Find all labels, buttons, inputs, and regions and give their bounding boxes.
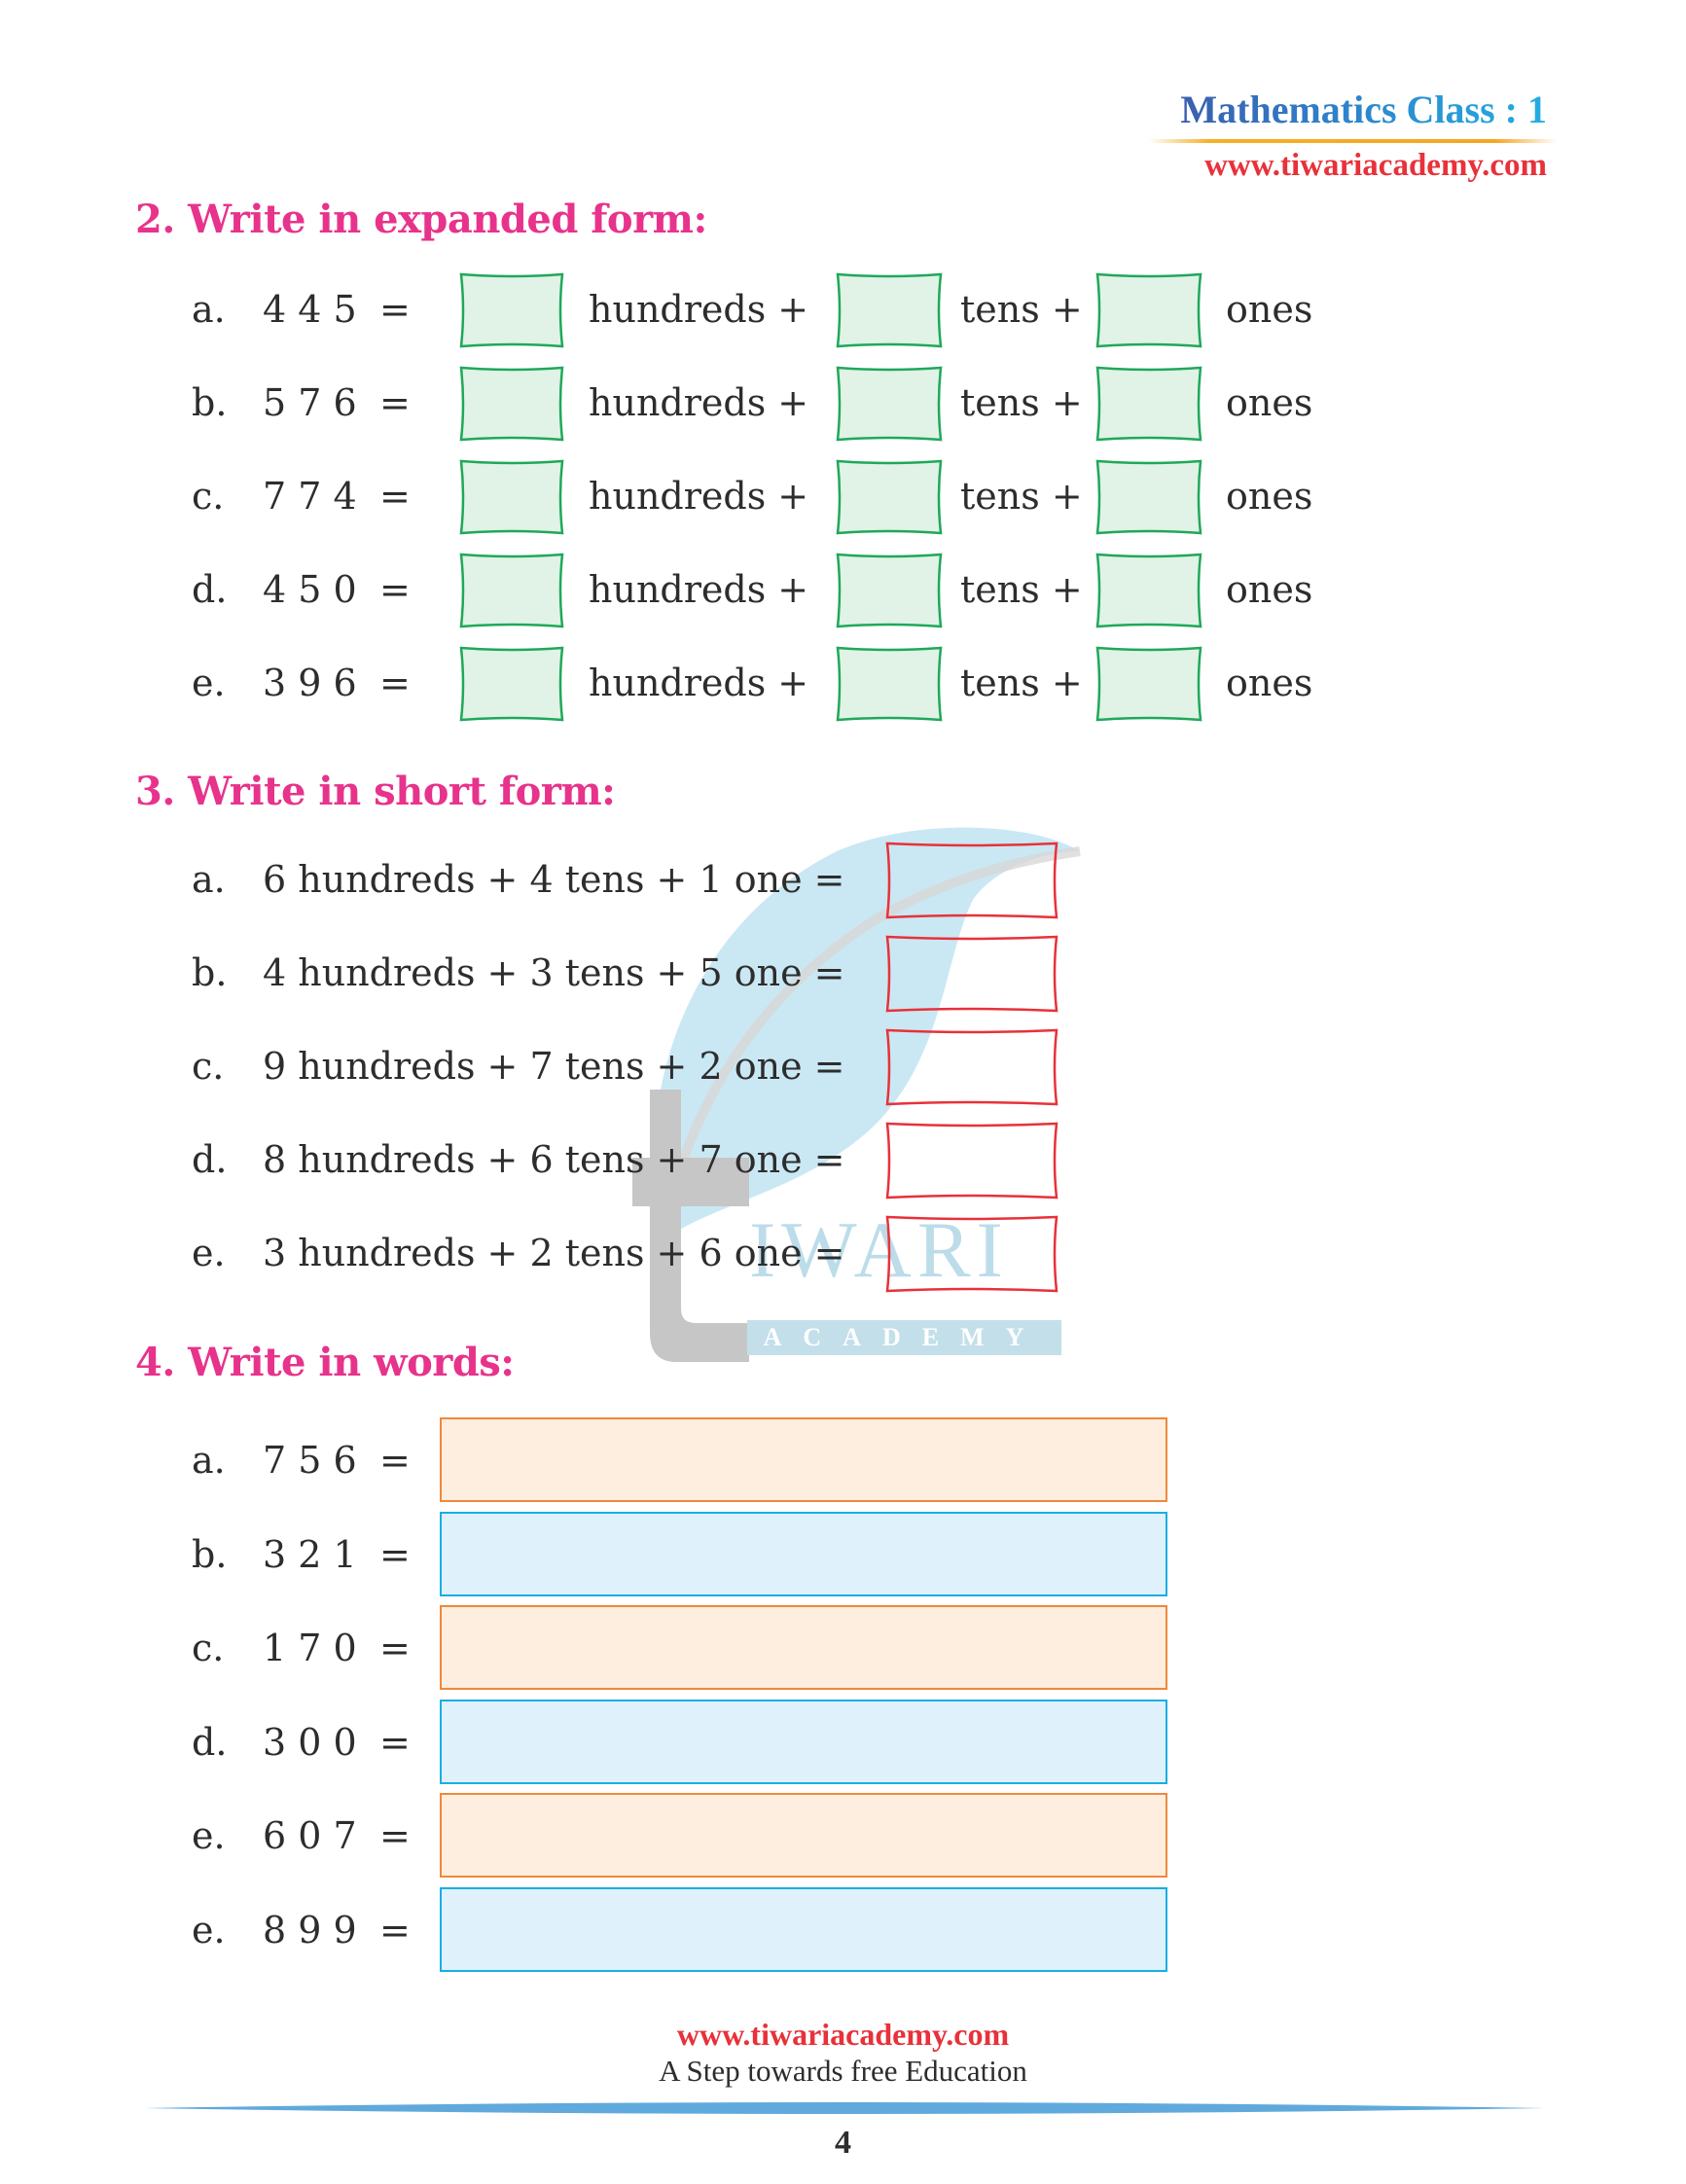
row-number: 5 7 6 (263, 381, 357, 424)
header-title: Mathematics Class : 1 (1148, 88, 1547, 132)
words-answer-box[interactable] (440, 1417, 1167, 1502)
equals-sign: = (379, 1720, 411, 1764)
row-label: d. (192, 568, 228, 611)
ones-unit-label: ones (1226, 662, 1313, 704)
tens-answer-box[interactable] (835, 458, 944, 536)
row-label: c. (192, 1045, 225, 1088)
ones-answer-box[interactable] (1094, 645, 1203, 723)
row-number: 7 5 6 (263, 1439, 357, 1482)
footer-tagline: A Step towards free Education (659, 2054, 1027, 2088)
ones-unit-label: ones (1226, 475, 1313, 518)
row-label: b. (192, 951, 228, 994)
row-number: 1 7 0 (263, 1627, 357, 1669)
ones-answer-box[interactable] (1094, 552, 1203, 629)
ones-unit-label: ones (1226, 288, 1313, 331)
hundreds-answer-box[interactable] (458, 271, 565, 349)
short-form-answer-box[interactable] (884, 934, 1059, 1014)
row-number: 4 5 0 (263, 568, 357, 611)
tens-unit-label: tens + (960, 288, 1083, 331)
hundreds-answer-box[interactable] (458, 458, 565, 536)
hundreds-unit-label: hundreds + (589, 662, 809, 704)
row-number: 4 4 5 (263, 288, 357, 331)
ones-unit-label: ones (1226, 381, 1313, 424)
ones-answer-box[interactable] (1094, 365, 1203, 443)
hundreds-unit-label: hundreds + (589, 288, 809, 331)
heading-short-form: 3. Write in short form: (135, 769, 616, 814)
hundreds-unit-label: hundreds + (589, 568, 809, 611)
tens-unit-label: tens + (960, 475, 1083, 518)
words-answer-box[interactable] (440, 1699, 1167, 1784)
header-divider (1148, 139, 1557, 143)
row-number: 7 7 4 (263, 475, 357, 518)
short-form-answer-box[interactable] (884, 841, 1059, 920)
row-label: e. (192, 1232, 226, 1274)
heading-expanded-form: 2. Write in expanded form: (135, 197, 707, 242)
equals-sign: = (379, 1627, 411, 1669)
row-label: e. (192, 1908, 226, 1951)
equals-sign: = (379, 475, 411, 518)
tens-answer-box[interactable] (835, 552, 944, 629)
equals-sign: = (379, 662, 411, 704)
row-label: d. (192, 1720, 228, 1764)
row-number: 3 0 0 (263, 1720, 357, 1764)
tens-answer-box[interactable] (835, 365, 944, 443)
row-label: a. (192, 1439, 226, 1482)
row-label: c. (192, 1627, 225, 1669)
heading-write-in-words: 4. Write in words: (135, 1340, 515, 1385)
equals-sign: = (379, 1532, 411, 1576)
ones-answer-box[interactable] (1094, 458, 1203, 536)
row-expression: 6 hundreds + 4 tens + 1 one = (263, 858, 845, 901)
words-answer-box[interactable] (440, 1793, 1167, 1878)
row-number: 6 0 7 (263, 1814, 357, 1857)
equals-sign: = (379, 1908, 411, 1951)
hundreds-answer-box[interactable] (458, 645, 565, 723)
watermark-sub: ACADEMY (747, 1320, 1061, 1355)
row-label: c. (192, 475, 225, 518)
hundreds-unit-label: hundreds + (589, 381, 809, 424)
row-number: 8 9 9 (263, 1908, 357, 1951)
hundreds-unit-label: hundreds + (589, 475, 809, 518)
equals-sign: = (379, 1439, 411, 1482)
row-label: a. (192, 288, 226, 331)
row-label: e. (192, 1814, 226, 1857)
tens-answer-box[interactable] (835, 645, 944, 723)
tens-answer-box[interactable] (835, 271, 944, 349)
ones-answer-box[interactable] (1094, 271, 1203, 349)
watermark-t-letter-icon (632, 1090, 749, 1362)
short-form-answer-box[interactable] (884, 1214, 1059, 1294)
equals-sign: = (379, 288, 411, 331)
row-number: 3 2 1 (263, 1532, 357, 1576)
row-label: e. (192, 662, 226, 704)
row-label: b. (192, 381, 228, 424)
row-expression: 4 hundreds + 3 tens + 5 one = (263, 951, 845, 994)
equals-sign: = (379, 568, 411, 611)
equals-sign: = (379, 1814, 411, 1857)
row-expression: 8 hundreds + 6 tens + 7 one = (263, 1138, 845, 1181)
short-form-answer-box[interactable] (884, 1121, 1059, 1200)
row-label: a. (192, 858, 226, 901)
page-number: 4 (835, 2125, 851, 2161)
row-label: d. (192, 1138, 228, 1181)
tens-unit-label: tens + (960, 381, 1083, 424)
words-answer-box[interactable] (440, 1886, 1167, 1972)
footer-divider (144, 2102, 1545, 2114)
tens-unit-label: tens + (960, 662, 1083, 704)
equals-sign: = (379, 381, 411, 424)
words-answer-box[interactable] (440, 1605, 1167, 1690)
header-url[interactable]: www.tiwariacademy.com (1148, 146, 1547, 185)
row-expression: 3 hundreds + 2 tens + 6 one = (263, 1232, 845, 1274)
footer-url[interactable]: www.tiwariacademy.com (0, 2016, 1686, 2053)
words-answer-box[interactable] (440, 1511, 1167, 1596)
short-form-answer-box[interactable] (884, 1027, 1059, 1107)
hundreds-answer-box[interactable] (458, 365, 565, 443)
row-number: 3 9 6 (263, 662, 357, 704)
ones-unit-label: ones (1226, 568, 1313, 611)
row-expression: 9 hundreds + 7 tens + 2 one = (263, 1045, 845, 1088)
hundreds-answer-box[interactable] (458, 552, 565, 629)
tens-unit-label: tens + (960, 568, 1083, 611)
row-label: b. (192, 1532, 228, 1576)
